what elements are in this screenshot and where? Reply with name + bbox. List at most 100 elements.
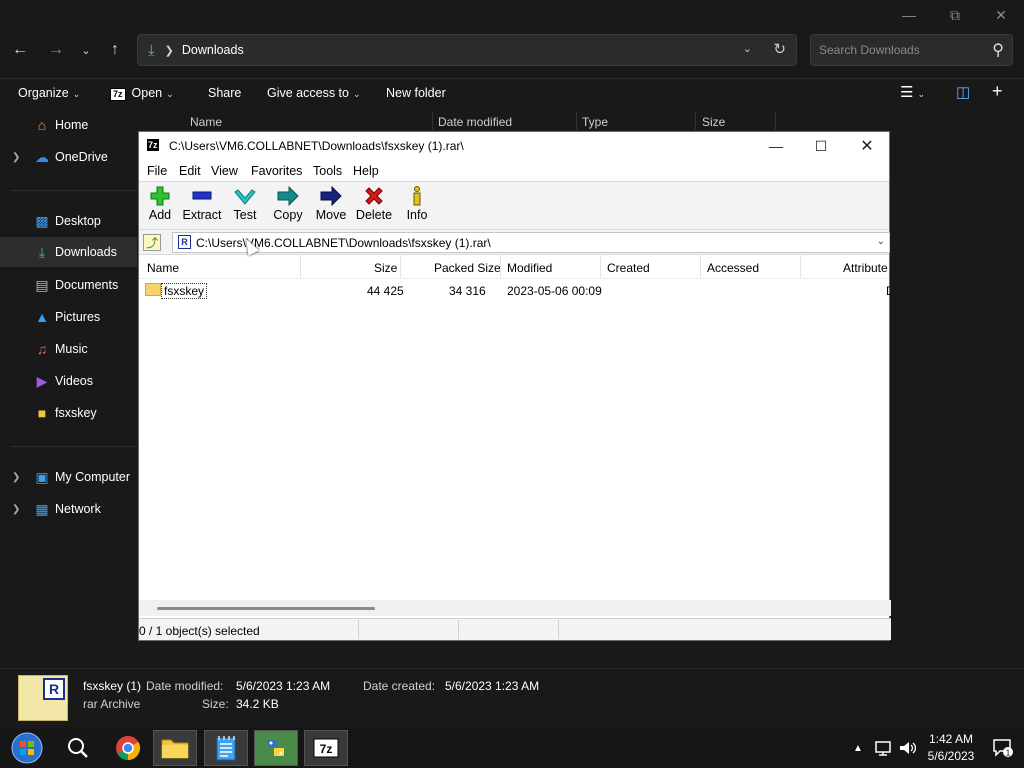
file-explorer-taskbar-button[interactable] xyxy=(153,730,197,766)
address-bar[interactable]: ⤓ ❯ Downloads ⌄ ↻ xyxy=(137,34,797,66)
refresh-icon[interactable]: ↻ xyxy=(773,40,786,58)
search-icon xyxy=(68,738,88,758)
menu-edit[interactable]: Edit xyxy=(179,164,201,178)
folder-up-icon[interactable]: ⤴ xyxy=(143,234,161,251)
path-dropdown-icon[interactable]: ⌄ xyxy=(877,236,885,247)
chrome-taskbar-button[interactable] xyxy=(106,730,150,766)
new-folder-button[interactable]: New folder xyxy=(386,86,446,100)
test-button[interactable]: Test xyxy=(223,186,267,222)
sidebar-item-fsxskey[interactable]: ■ fsxskey xyxy=(0,398,137,428)
list-item[interactable]: fsxskey 44 425 34 316 2023-05-06 00:09 D xyxy=(139,282,891,300)
sidebar-item-music[interactable]: ♫ Music xyxy=(0,334,137,364)
folder-icon xyxy=(161,739,189,759)
extract-button[interactable]: Extract xyxy=(180,186,224,222)
python-taskbar-button[interactable] xyxy=(254,730,298,766)
menu-tools[interactable]: Tools xyxy=(313,164,342,178)
open-button[interactable]: 7z Open ⌄ xyxy=(110,86,174,101)
col-modified[interactable]: Modified xyxy=(507,261,552,275)
col-created[interactable]: Created xyxy=(607,261,650,275)
details-date-modified-label: Date modified: xyxy=(146,679,224,693)
details-size-label: Size: xyxy=(202,697,229,711)
breadcrumb-downloads[interactable]: Downloads xyxy=(182,43,244,57)
svg-text:1: 1 xyxy=(1006,749,1011,758)
col-packed-size[interactable]: Packed Size xyxy=(434,261,501,275)
cloud-icon: ☁ xyxy=(35,148,49,165)
sidebar-item-desktop[interactable]: ▩ Desktop xyxy=(0,206,137,236)
network-status-icon[interactable] xyxy=(874,728,892,768)
7zip-taskbar-button[interactable]: 7z xyxy=(304,730,348,766)
folder-icon xyxy=(145,283,161,296)
sidebar-item-pictures[interactable]: ▲ Pictures xyxy=(0,302,137,332)
sidebar-item-network[interactable]: ❯ ▦ Network xyxy=(0,494,137,524)
start-button[interactable] xyxy=(5,730,49,766)
add-button[interactable]: Add xyxy=(138,186,182,222)
menu-help[interactable]: Help xyxy=(353,164,379,178)
col-date-modified[interactable]: Date modified xyxy=(438,115,512,129)
breadcrumb-chevron-icon: ❯ xyxy=(164,44,174,57)
sidebar-item-onedrive[interactable]: ❯ ☁ OneDrive xyxy=(0,142,137,172)
close-button[interactable]: ✕ xyxy=(852,136,882,156)
info-button[interactable]: Info xyxy=(395,186,439,222)
navigation-bar: ← → ⌄ ↑ ⤓ ❯ Downloads ⌄ ↻ Search Downloa… xyxy=(0,34,1024,66)
close-button[interactable]: ✕ xyxy=(978,0,1024,30)
view-list-icon[interactable]: ☰ ⌄ xyxy=(900,83,925,101)
path-field[interactable]: R C:\Users\VM6.COLLABNET\Downloads\fsxsk… xyxy=(172,232,890,253)
col-name[interactable]: Name xyxy=(190,115,222,129)
sidebar-item-documents[interactable]: ▤ Documents xyxy=(0,270,137,300)
minimize-button[interactable]: — xyxy=(761,136,791,156)
give-access-button[interactable]: Give access to ⌄ xyxy=(267,86,361,100)
taskbar-clock[interactable]: 1:42 AM 5/6/2023 xyxy=(920,731,982,765)
col-accessed[interactable]: Accessed xyxy=(707,261,759,275)
7zip-title: C:\Users\VM6.COLLABNET\Downloads\fsxskey… xyxy=(169,139,464,153)
col-size[interactable]: Size xyxy=(374,261,397,275)
up-arrow-icon[interactable]: ↑ xyxy=(103,38,127,62)
back-arrow-icon[interactable]: ← xyxy=(8,38,32,62)
show-hidden-icons-chevron-icon[interactable]: ▲ xyxy=(853,728,863,768)
minimize-button[interactable]: — xyxy=(886,0,932,30)
7zip-icon: 7z xyxy=(313,738,339,758)
svg-text:7z: 7z xyxy=(320,742,333,756)
navigation-pane: ⌂ Home ❯ ☁ OneDrive ▩ Desktop ⤓ Download… xyxy=(0,108,137,668)
menu-favorites[interactable]: Favorites xyxy=(251,164,302,178)
details-date-created: 5/6/2023 1:23 AM xyxy=(445,679,540,693)
col-type[interactable]: Type xyxy=(582,115,608,129)
recent-chevron-icon[interactable]: ⌄ xyxy=(74,38,98,62)
volume-icon[interactable] xyxy=(898,728,916,768)
details-pane: R fsxskey (1) Date modified: 5/6/2023 1:… xyxy=(0,668,1024,728)
organize-button[interactable]: Organize ⌄ xyxy=(18,86,80,100)
item-modified: 2023-05-06 00:09 xyxy=(507,284,602,298)
notification-center-icon[interactable]: 1 xyxy=(992,728,1014,768)
col-name[interactable]: Name xyxy=(147,261,179,275)
sidebar-item-home[interactable]: ⌂ Home xyxy=(0,110,137,140)
notepad-taskbar-button[interactable] xyxy=(204,730,248,766)
copy-button[interactable]: Copy xyxy=(266,186,310,222)
forward-arrow-icon[interactable]: → xyxy=(44,38,68,62)
col-size[interactable]: Size xyxy=(702,115,725,129)
7zip-menubar: File Edit View Favorites Tools Help xyxy=(139,159,889,182)
restore-button[interactable]: ⧉ xyxy=(932,0,978,30)
maximize-button[interactable]: ☐ xyxy=(806,136,836,156)
sidebar-item-my-computer[interactable]: ❯ ▣ My Computer xyxy=(0,462,137,492)
expand-chevron-icon[interactable]: ❯ xyxy=(12,152,20,163)
command-bar: Organize ⌄ 7z Open ⌄ Share Give access to ⌄ … xyxy=(0,78,1024,108)
expand-chevron-icon[interactable]: ❯ xyxy=(12,472,20,483)
menu-file[interactable]: File xyxy=(147,164,167,178)
search-box[interactable]: Search Downloads ⚲ xyxy=(810,34,1013,66)
delete-button[interactable]: Delete xyxy=(352,186,396,222)
sidebar-item-videos[interactable]: ▶ Videos xyxy=(0,366,137,396)
menu-view[interactable]: View xyxy=(211,164,238,178)
7zip-window: 7z C:\Users\VM6.COLLABNET\Downloads\fsxs… xyxy=(138,131,891,641)
home-icon: ⌂ xyxy=(37,117,47,133)
move-button[interactable]: Move xyxy=(309,186,353,222)
search-taskbar-button[interactable] xyxy=(56,730,100,766)
scrollbar-thumb[interactable] xyxy=(157,607,375,610)
rar-archive-icon: R xyxy=(18,675,68,721)
address-dropdown-icon[interactable]: ⌄ xyxy=(743,42,752,55)
new-tab-plus-icon[interactable]: + xyxy=(992,81,1003,102)
sidebar-item-downloads[interactable]: ⤓ Downloads xyxy=(0,237,137,267)
col-attribute[interactable]: Attribute xyxy=(843,261,888,275)
rar-icon: R xyxy=(178,235,191,249)
share-button[interactable]: Share xyxy=(208,86,241,100)
details-pane-icon[interactable]: ◫ xyxy=(956,83,970,101)
expand-chevron-icon[interactable]: ❯ xyxy=(12,504,20,515)
